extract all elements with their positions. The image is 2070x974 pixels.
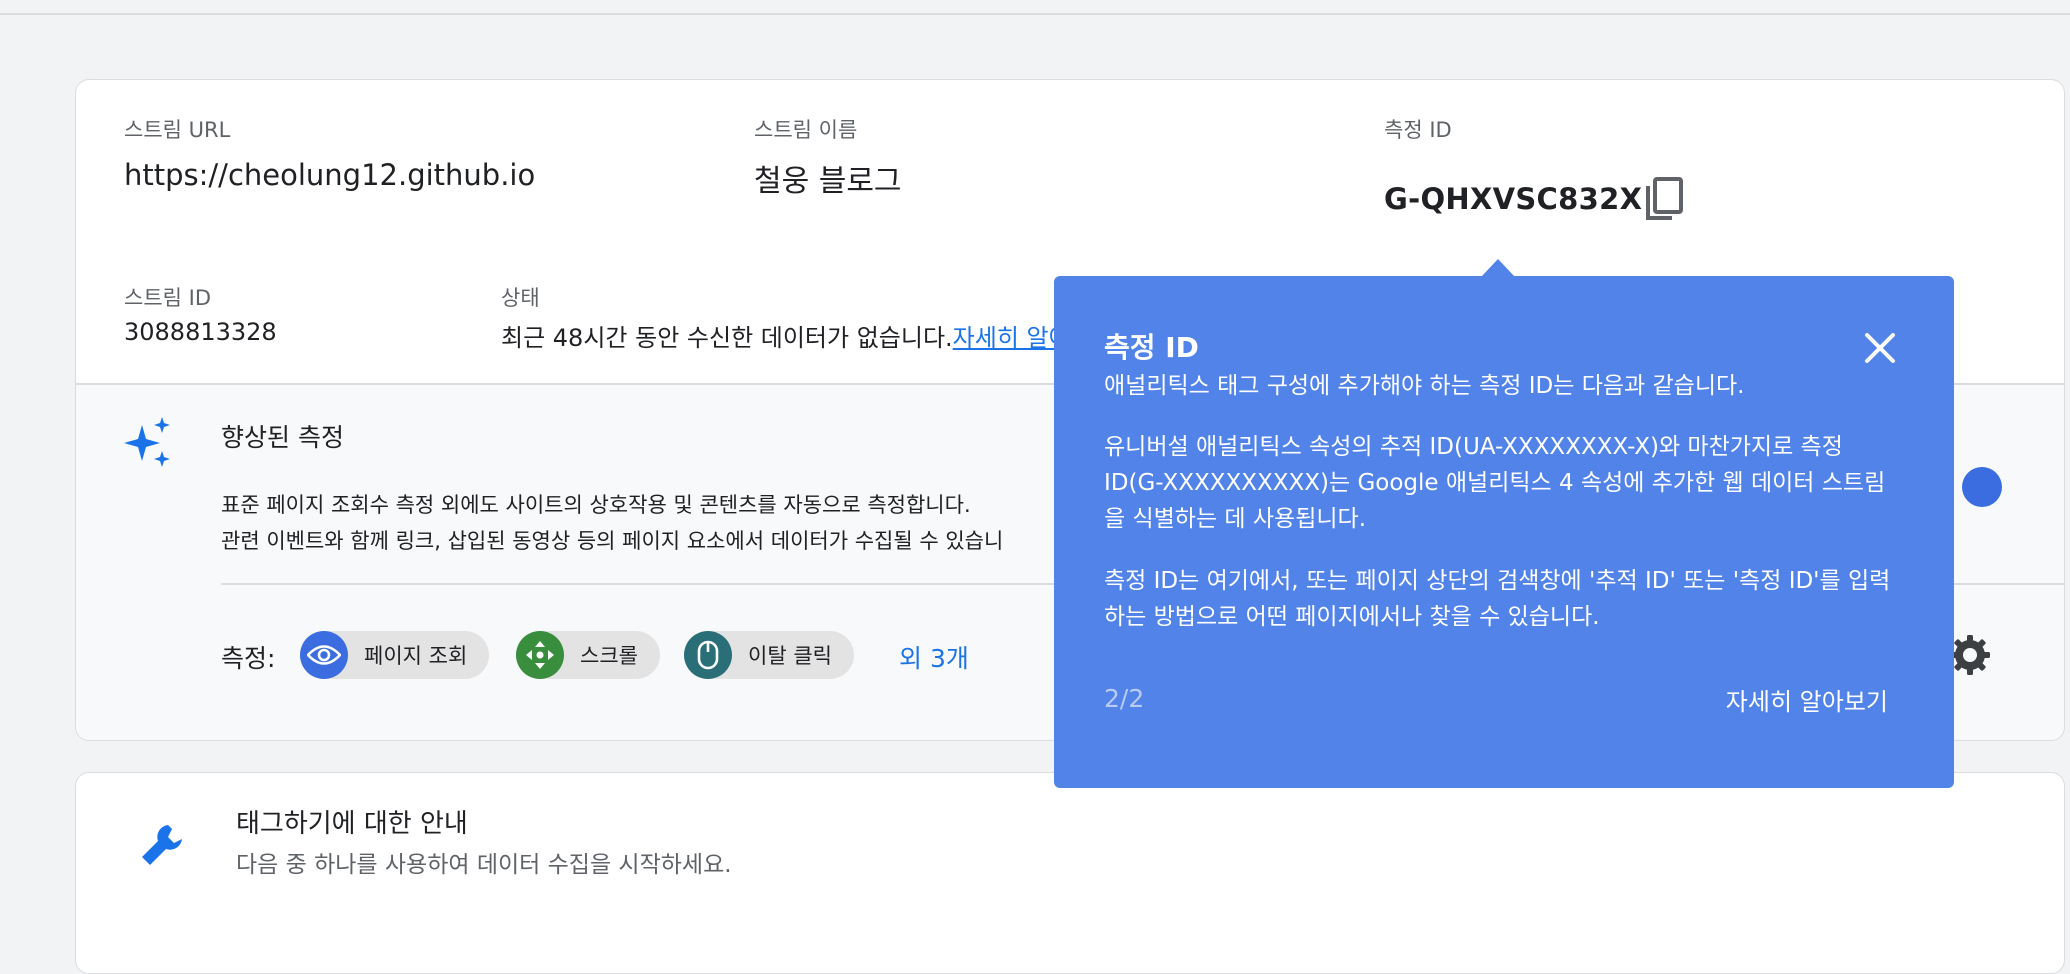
popup-paragraph-find-id: 측정 ID는 여기에서, 또는 페이지 상단의 검색창에 '추적 ID' 또는 … — [1104, 568, 1891, 630]
tagging-title: 태그하기에 대한 안내 — [236, 809, 468, 839]
more-measurements-link[interactable]: 외 3개 — [899, 639, 969, 675]
popup-pointer — [1481, 259, 1515, 277]
measurement-label: 측정: — [221, 644, 276, 673]
tagging-instructions-card: 태그하기에 대한 안내 다음 중 하나를 사용하여 데이터 수집을 시작하세요. — [75, 772, 2065, 974]
popup-title: 측정 ID — [1104, 331, 1199, 364]
measurement-id-value: G-QHXVSC832X — [1384, 182, 1643, 216]
chip-scroll: 스크롤 — [516, 631, 660, 679]
wrench-icon — [138, 821, 186, 869]
stream-url-value: https://cheolung12.github.io — [124, 158, 536, 192]
stream-id-value: 3088813328 — [124, 318, 277, 346]
chip-outbound-click-label: 이탈 클릭 — [748, 644, 832, 668]
status-text: 최근 48시간 동안 수신한 데이터가 없습니다.자세히 알아 — [501, 318, 1071, 353]
popup-intro: 애널리틱스 태그 구성에 추가해야 하는 측정 ID는 다음과 같습니다. — [1104, 373, 1745, 399]
close-icon[interactable] — [1864, 332, 1896, 364]
enhanced-measurement-toggle[interactable] — [1962, 467, 2002, 507]
enhanced-desc-2: 관련 이벤트와 함께 링크, 삽입된 동영상 등의 페이지 요소에서 데이터가 … — [221, 529, 1004, 553]
stream-id-label: 스트림 ID — [124, 286, 211, 310]
popup-learn-more-button[interactable]: 자세히 알아보기 — [1726, 682, 1888, 717]
status-label: 상태 — [501, 286, 540, 310]
chip-outbound-click: 이탈 클릭 — [684, 631, 854, 679]
enhanced-desc-1: 표준 페이지 조회수 측정 외에도 사이트의 상호작용 및 콘텐츠를 자동으로 … — [221, 493, 971, 517]
status-message: 최근 48시간 동안 수신한 데이터가 없습니다. — [501, 324, 953, 352]
chip-page-view: 페이지 조회 — [300, 631, 490, 679]
popup-pager: 2/2 — [1104, 684, 1145, 713]
stream-url-label: 스트림 URL — [124, 118, 231, 142]
mouse-icon — [684, 631, 732, 679]
status-learn-more-link[interactable]: 자세히 알아 — [953, 324, 1071, 352]
chip-page-view-label: 페이지 조회 — [364, 644, 468, 668]
chip-scroll-label: 스크롤 — [580, 644, 638, 668]
stream-name-value: 철웅 블로그 — [754, 164, 902, 199]
tagging-subtitle: 다음 중 하나를 사용하여 데이터 수집을 시작하세요. — [236, 852, 732, 878]
top-divider — [0, 0, 2070, 15]
copy-icon[interactable] — [1642, 176, 1686, 224]
stream-name-label: 스트림 이름 — [754, 118, 858, 142]
measurement-id-popup: 측정 ID 애널리틱스 태그 구성에 추가해야 하는 측정 ID는 다음과 같습… — [1054, 276, 1954, 788]
enhanced-measurement-title: 향상된 측정 — [221, 423, 344, 452]
sparkle-icon — [124, 417, 176, 469]
popup-paragraph-tracking-id: 유니버설 애널리틱스 속성의 추적 ID(UA-XXXXXXXX-X)와 마찬가… — [1104, 434, 1886, 532]
measurement-id-label: 측정 ID — [1384, 118, 1452, 142]
eye-icon — [300, 631, 348, 679]
settings-gear-icon[interactable] — [1948, 633, 1992, 677]
scroll-arrows-icon — [516, 631, 564, 679]
